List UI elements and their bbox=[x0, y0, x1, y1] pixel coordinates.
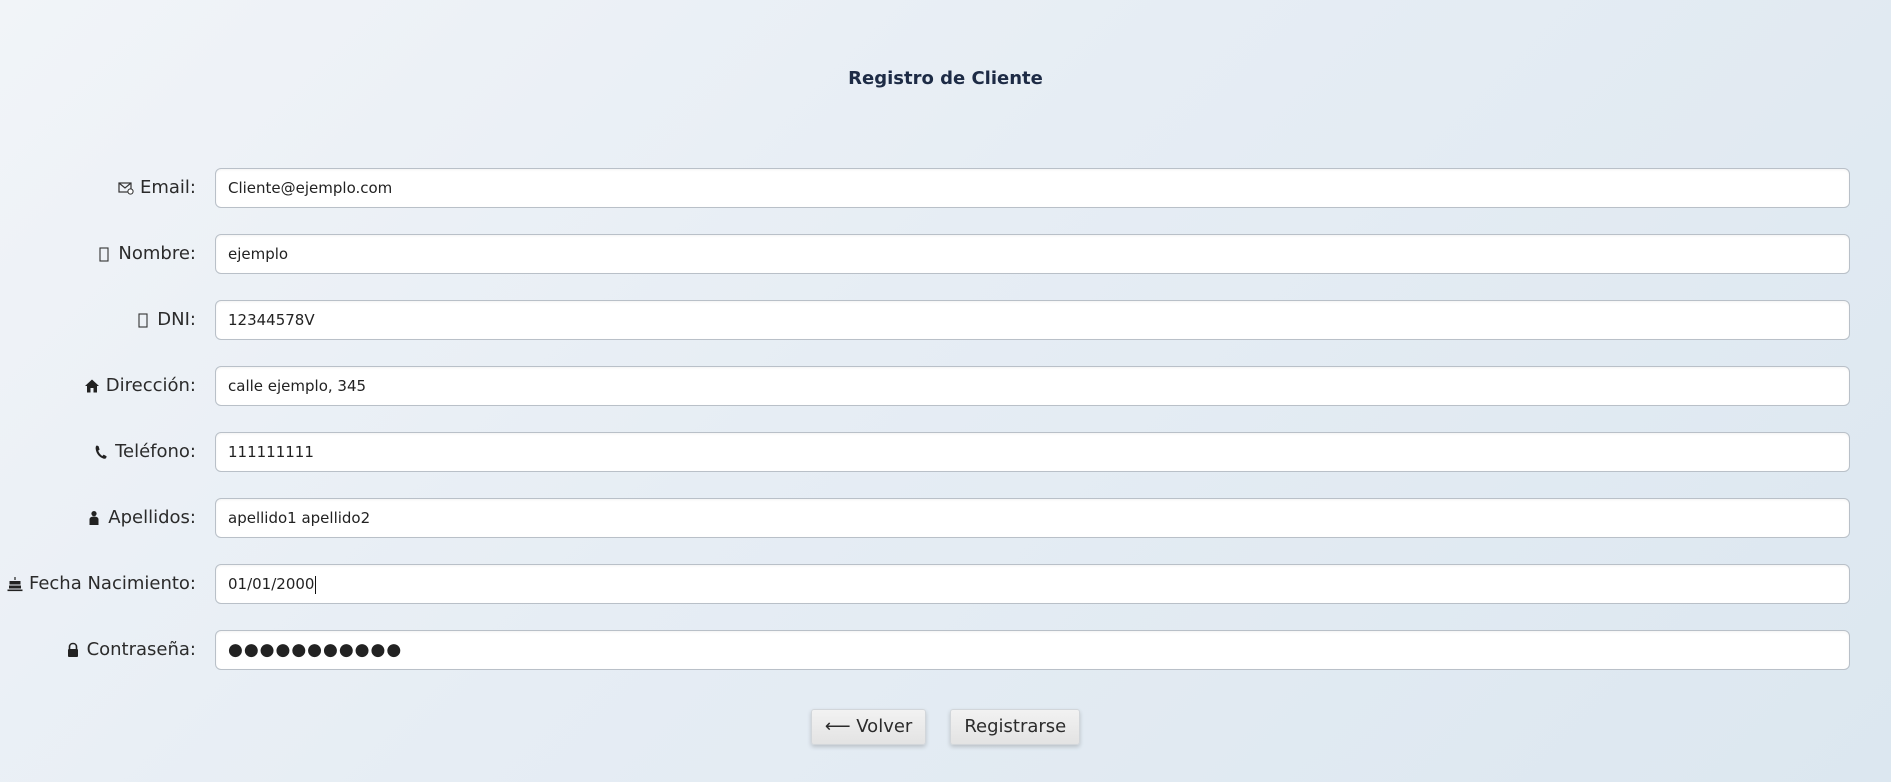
nombre-label: Nombre: bbox=[95, 234, 196, 274]
apellidos-row: Apellidos: apellido1 apellido2 bbox=[0, 498, 1891, 564]
phone-icon bbox=[92, 443, 110, 461]
telefono-label: Teléfono: bbox=[92, 432, 196, 472]
password-label: Contraseña: bbox=[64, 630, 196, 670]
action-buttons: ⟵ Volver Registrarse bbox=[0, 709, 1891, 745]
fecha-label-text: Fecha Nacimiento: bbox=[28, 573, 196, 594]
email-label: Email: bbox=[117, 168, 196, 208]
fecha-field[interactable]: 01/01/2000 bbox=[215, 564, 1850, 604]
email-field[interactable]: Cliente@ejemplo.com bbox=[215, 168, 1850, 208]
nombre-label-text: Nombre: bbox=[118, 243, 196, 264]
fecha-label: Fecha Nacimiento: bbox=[6, 564, 196, 604]
password-field[interactable]: ●●●●●●●●●●● bbox=[215, 630, 1850, 670]
direccion-label-text: Dirección: bbox=[105, 375, 196, 396]
telefono-label-text: Teléfono: bbox=[115, 441, 196, 462]
registration-form: Email: Cliente@ejemplo.com Nombre: ejemp… bbox=[0, 168, 1891, 696]
telefono-row: Teléfono: 111111111 bbox=[0, 432, 1891, 498]
nombre-field[interactable]: ejemplo bbox=[215, 234, 1850, 274]
text-caret bbox=[315, 575, 317, 594]
nombre-row: Nombre: ejemplo bbox=[0, 234, 1891, 300]
apellidos-label-text: Apellidos: bbox=[108, 507, 196, 528]
direccion-row: Dirección: calle ejemplo, 345 bbox=[0, 366, 1891, 432]
lock-icon bbox=[64, 641, 82, 659]
dni-label: DNI: bbox=[134, 300, 196, 340]
password-label-text: Contraseña: bbox=[86, 639, 196, 660]
email-label-text: Email: bbox=[139, 177, 196, 198]
dni-row: DNI: 12344578V bbox=[0, 300, 1891, 366]
apellidos-label: Apellidos: bbox=[85, 498, 196, 538]
cake-icon bbox=[6, 575, 24, 593]
dni-field[interactable]: 12344578V bbox=[215, 300, 1850, 340]
password-row: Contraseña: ●●●●●●●●●●● bbox=[0, 630, 1891, 696]
person-icon bbox=[85, 509, 103, 527]
house-icon bbox=[83, 377, 101, 395]
fecha-value: 01/01/2000 bbox=[228, 575, 315, 593]
missing-glyph-icon bbox=[134, 311, 152, 329]
envelope-icon bbox=[117, 179, 135, 197]
apellidos-field[interactable]: apellido1 apellido2 bbox=[215, 498, 1850, 538]
telefono-field[interactable]: 111111111 bbox=[215, 432, 1850, 472]
page-title: Registro de Cliente bbox=[848, 68, 1043, 89]
back-button[interactable]: ⟵ Volver bbox=[810, 709, 927, 745]
direccion-field[interactable]: calle ejemplo, 345 bbox=[215, 366, 1850, 406]
dni-label-text: DNI: bbox=[157, 309, 196, 330]
register-button[interactable]: Registrarse bbox=[950, 709, 1081, 745]
missing-glyph-icon bbox=[95, 245, 113, 263]
fecha-row: Fecha Nacimiento: 01/01/2000 bbox=[0, 564, 1891, 630]
direccion-label: Dirección: bbox=[83, 366, 196, 406]
email-row: Email: Cliente@ejemplo.com bbox=[0, 168, 1891, 234]
